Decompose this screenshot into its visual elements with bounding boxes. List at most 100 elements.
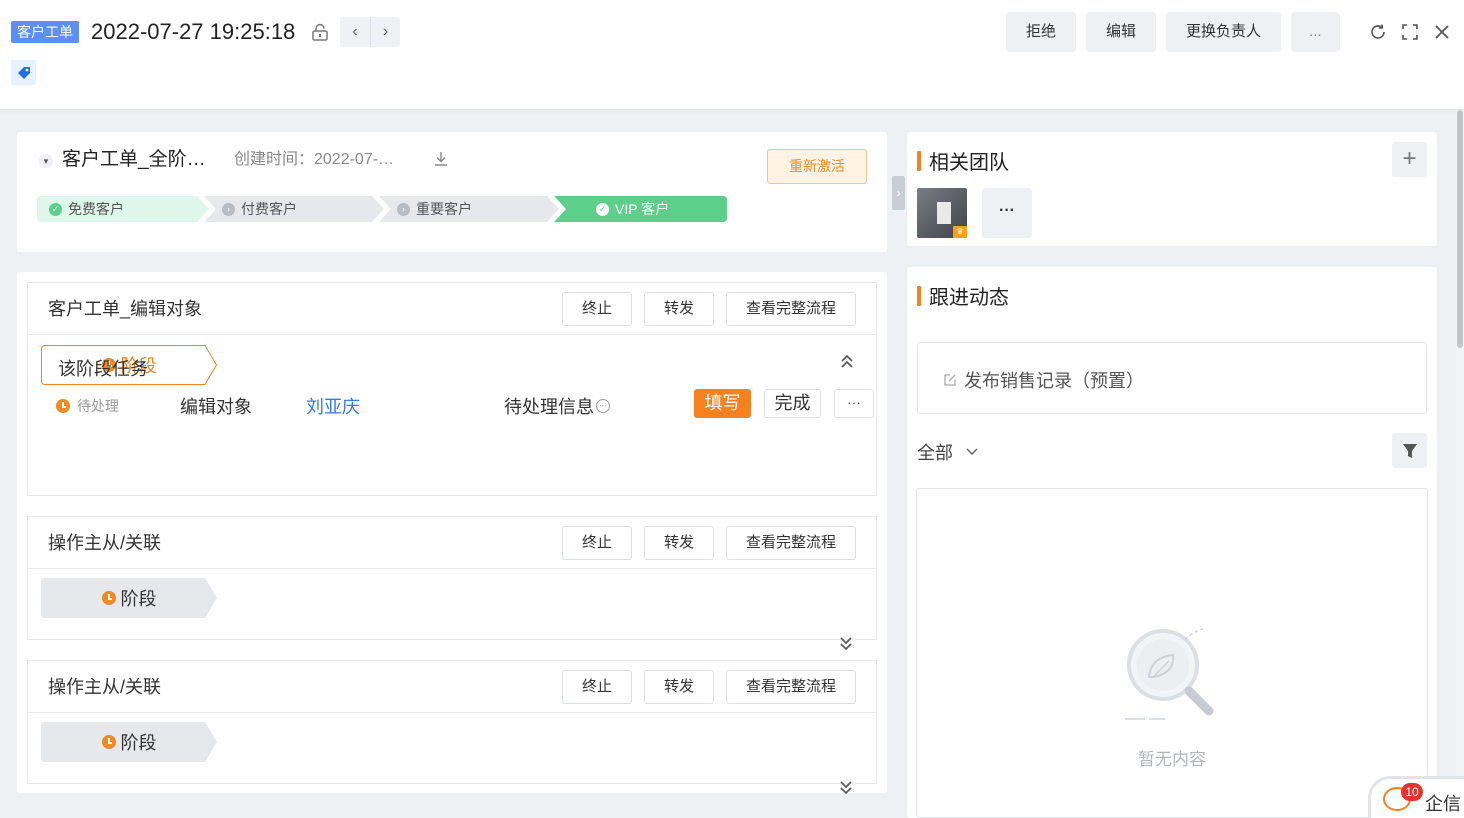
- flow-actions: 终止 转发 查看完整流程: [561, 526, 856, 560]
- stage-label: 付费客户: [241, 201, 297, 217]
- stage-tasks-title: 该阶段任务: [58, 359, 148, 379]
- complete-button[interactable]: 完成: [764, 389, 821, 418]
- flow-title: 客户工单_编辑对象: [48, 299, 203, 319]
- collapse-up-icon[interactable]: [840, 353, 854, 372]
- stage-label: 重要客户: [416, 201, 472, 217]
- summary-card: ▾ 客户工单_全阶… 创建时间：2022-07-… 重新激活 ✓ 免费客户 › …: [17, 132, 887, 252]
- crown-icon: ♛: [953, 226, 967, 238]
- avatar[interactable]: ♛: [917, 188, 967, 238]
- stage-chip[interactable]: 阶段: [41, 722, 217, 762]
- check-icon: ✓: [49, 202, 62, 216]
- section-title: 相关团队: [917, 146, 1009, 175]
- collapse-panel-handle[interactable]: ›: [892, 176, 905, 210]
- close-icon[interactable]: [1432, 20, 1452, 44]
- flow-card: 操作主从/关联 终止 转发 查看完整流程 阶段: [27, 516, 877, 640]
- accent-bar: [917, 150, 921, 171]
- more-info-icon[interactable]: ···: [596, 399, 610, 413]
- clock-icon: [56, 399, 70, 413]
- task-status-label: 待处理: [77, 398, 119, 414]
- record-name: 客户工单_全阶…: [62, 149, 206, 170]
- terminate-button[interactable]: 终止: [561, 526, 632, 560]
- next-record-button[interactable]: ›: [370, 17, 400, 47]
- accent-bar: [917, 285, 921, 306]
- stage-chip-label: 阶段: [120, 589, 157, 609]
- empty-state-text: 暂无内容: [1138, 750, 1206, 769]
- created-time: 创建时间：2022-07-…: [234, 151, 395, 168]
- caret-down-icon[interactable]: ▾: [39, 154, 53, 168]
- expand-down-icon[interactable]: [839, 636, 853, 655]
- view-full-flow-button[interactable]: 查看完整流程: [725, 526, 856, 560]
- record-nav: ‹ ›: [340, 17, 400, 47]
- related-team-title: 相关团队: [929, 152, 1009, 174]
- lock-icon[interactable]: [310, 22, 330, 42]
- forward-button[interactable]: 转发: [643, 526, 714, 560]
- forward-button[interactable]: 转发: [643, 292, 714, 326]
- stage-label: VIP 客户: [615, 201, 670, 217]
- scrollbar-thumb[interactable]: [1457, 110, 1463, 348]
- task-row: 待处理 编辑对象 刘亚庆 待处理信息 ··· 填写 完成 ···: [56, 389, 874, 421]
- flow-card: 操作主从/关联 终止 转发 查看完整流程 阶段: [27, 660, 877, 784]
- stage-pipeline: ✓ 免费客户 › 付费客户 › 重要客户 ✓ VIP 客户: [37, 196, 727, 222]
- task-name: 编辑对象: [180, 397, 252, 417]
- edit-button[interactable]: 编辑: [1086, 12, 1157, 52]
- stage-chip-label: 阶段: [120, 733, 157, 753]
- change-owner-button[interactable]: 更换负责人: [1166, 12, 1282, 52]
- reject-button[interactable]: 拒绝: [1006, 12, 1077, 52]
- window-controls: [1368, 20, 1452, 44]
- terminate-button[interactable]: 终止: [561, 670, 632, 704]
- flow-card: 客户工单_编辑对象 终止 转发 查看完整流程 阶段 该阶段任务 待处理 编辑对象: [27, 282, 877, 496]
- task-info-label: 待处理信息: [504, 397, 594, 417]
- section-title: 跟进动态: [917, 281, 1009, 310]
- more-actions-button[interactable]: ...: [1291, 12, 1340, 52]
- forward-button[interactable]: 转发: [643, 670, 714, 704]
- avatar-photo: [937, 202, 951, 224]
- reactivate-button[interactable]: 重新激活: [767, 149, 867, 184]
- fill-button[interactable]: 填写: [694, 389, 751, 418]
- pending-icon: ›: [222, 202, 235, 216]
- flow-header: 客户工单_编辑对象 终止 转发 查看完整流程: [28, 283, 876, 335]
- chat-label: 企信: [1425, 794, 1461, 814]
- activity-filter-dropdown[interactable]: 全部: [917, 439, 979, 465]
- edit-icon: [944, 374, 956, 386]
- task-status: 待处理: [56, 396, 119, 416]
- terminate-button[interactable]: 终止: [561, 292, 632, 326]
- approval-flows: 客户工单_编辑对象 终止 转发 查看完整流程 阶段 该阶段任务 待处理 编辑对象: [17, 272, 887, 795]
- refresh-icon[interactable]: [1368, 20, 1388, 44]
- record-header: 客户工单 2022-07-27 19:25:18 ‹ › 拒绝 编辑 更换负责人…: [0, 0, 1464, 110]
- view-full-flow-button[interactable]: 查看完整流程: [725, 292, 856, 326]
- chat-launcher[interactable]: 10 企信: [1368, 776, 1464, 818]
- related-team-card: 相关团队 + ♛ ···: [907, 132, 1437, 246]
- stage-label: 免费客户: [68, 201, 124, 217]
- unread-count-badge: 10: [1401, 783, 1423, 801]
- check-icon: ✓: [596, 202, 609, 216]
- stage-chip[interactable]: 阶段: [41, 578, 217, 618]
- filter-icon[interactable]: [1392, 433, 1427, 468]
- download-icon[interactable]: [432, 150, 450, 168]
- publish-record-box[interactable]: 发布销售记录（预置）: [917, 342, 1427, 414]
- task-more-button[interactable]: ···: [834, 389, 874, 418]
- stage-important-customer[interactable]: › 重要客户: [379, 196, 559, 222]
- prev-record-button[interactable]: ‹: [340, 17, 370, 47]
- follow-up-title: 跟进动态: [929, 287, 1009, 309]
- publish-record: 发布销售记录（预置）: [942, 367, 1144, 393]
- task-info: 待处理信息 ···: [504, 393, 610, 419]
- stage-free-customer[interactable]: ✓ 免费客户: [37, 196, 209, 222]
- publish-record-label: 发布销售记录（预置）: [964, 371, 1144, 391]
- object-type-tag: 客户工单: [11, 21, 79, 43]
- tag-icon[interactable]: [11, 60, 36, 85]
- view-full-flow-button[interactable]: 查看完整流程: [725, 670, 856, 704]
- team-more-button[interactable]: ···: [982, 188, 1032, 238]
- filter-label: 全部: [917, 443, 953, 463]
- chevron-down-icon: [966, 448, 978, 456]
- add-member-button[interactable]: +: [1392, 142, 1427, 177]
- expand-down-icon[interactable]: [839, 780, 853, 799]
- page-scrollbar[interactable]: [1456, 110, 1464, 818]
- header-actions: 拒绝 编辑 更换负责人 ...: [1006, 12, 1340, 52]
- pending-icon: ›: [397, 202, 410, 216]
- stage-paid-customer[interactable]: › 付费客户: [204, 196, 384, 222]
- stage-vip-customer[interactable]: ✓ VIP 客户: [554, 196, 727, 222]
- flow-header: 操作主从/关联 终止 转发 查看完整流程: [28, 517, 876, 569]
- fullscreen-icon[interactable]: [1400, 20, 1420, 44]
- clock-icon: [101, 591, 116, 605]
- task-owner-link[interactable]: 刘亚庆: [306, 393, 360, 419]
